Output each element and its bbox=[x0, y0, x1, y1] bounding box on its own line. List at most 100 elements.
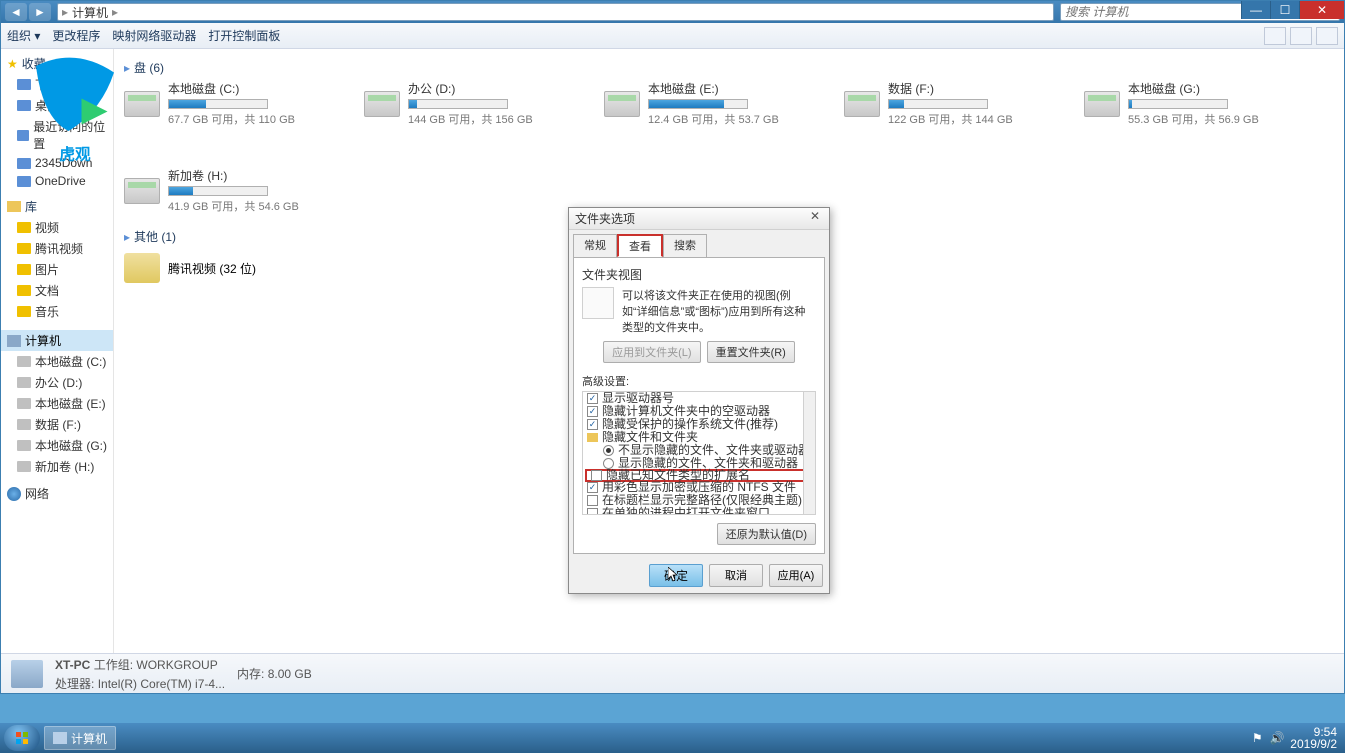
drive-item[interactable]: 本地磁盘 (G:)55.3 GB 可用，共 56.9 GB bbox=[1084, 80, 1284, 127]
view-button[interactable] bbox=[1264, 27, 1286, 45]
taskbar: 计算机 ⚑ 🔊 9:542019/9/2 bbox=[0, 723, 1345, 753]
address-bar[interactable]: ▸ 计算机 ▸ bbox=[57, 3, 1054, 21]
dialog-tabs: 常规 查看 搜索 bbox=[569, 230, 829, 257]
libraries-header[interactable]: 库 bbox=[1, 190, 113, 217]
library-icon bbox=[17, 306, 31, 317]
library-icon bbox=[17, 264, 31, 275]
drive-item[interactable]: 新加卷 (H:)41.9 GB 可用，共 54.6 GB bbox=[124, 167, 324, 214]
drive-item[interactable]: 办公 (D:)144 GB 可用，共 156 GB bbox=[364, 80, 564, 127]
drive-icon bbox=[844, 91, 880, 117]
sidebar-drive-item[interactable]: 新加卷 (H:) bbox=[1, 456, 113, 477]
svg-text:虎观: 虎观 bbox=[59, 146, 91, 164]
checkbox-icon[interactable]: ✓ bbox=[587, 406, 598, 417]
sidebar-drive-item[interactable]: 办公 (D:) bbox=[1, 372, 113, 393]
scrollbar[interactable] bbox=[803, 392, 815, 514]
checkbox-icon[interactable] bbox=[591, 470, 602, 481]
sidebar-lib-item[interactable]: 文档 bbox=[1, 280, 113, 301]
sidebar-lib-item[interactable]: 视频 bbox=[1, 217, 113, 238]
apply-to-folders-button[interactable]: 应用到文件夹(L) bbox=[603, 341, 700, 363]
help-button[interactable] bbox=[1316, 27, 1338, 45]
tab-search[interactable]: 搜索 bbox=[663, 234, 707, 257]
nav-back-button[interactable]: ◄ bbox=[5, 3, 27, 21]
advanced-list[interactable]: ✓显示驱动器号✓隐藏计算机文件夹中的空驱动器✓隐藏受保护的操作系统文件(推荐)隐… bbox=[582, 391, 816, 515]
folder-icon bbox=[587, 433, 598, 442]
other-item-label: 腾讯视频 (32 位) bbox=[168, 260, 256, 277]
drive-name: 数据 (F:) bbox=[888, 80, 1013, 97]
drive-icon bbox=[17, 356, 31, 367]
taskbar-item-explorer[interactable]: 计算机 bbox=[44, 726, 116, 750]
system-tray: ⚑ 🔊 9:542019/9/2 bbox=[1250, 726, 1341, 750]
drive-icon bbox=[17, 377, 31, 388]
drive-item[interactable]: 数据 (F:) 122 GB 可用，共 144 GB bbox=[844, 80, 1044, 127]
explorer-icon bbox=[53, 732, 67, 744]
nav-forward-button[interactable]: ► bbox=[29, 3, 51, 21]
drive-item[interactable]: 本地磁盘 (E:) 12.4 GB 可用，共 53.7 GB bbox=[604, 80, 804, 127]
cancel-button[interactable]: 取消 bbox=[709, 564, 763, 587]
drive-icon bbox=[364, 91, 400, 117]
drive-free-label: 122 GB 可用，共 144 GB bbox=[888, 111, 1013, 127]
sidebar-network[interactable]: 网络 bbox=[1, 477, 113, 504]
library-icon bbox=[7, 201, 21, 212]
drive-usage-bar bbox=[168, 186, 268, 196]
sidebar-drive-item[interactable]: 本地磁盘 (C:) bbox=[1, 351, 113, 372]
ok-button[interactable]: 确定 bbox=[649, 564, 703, 587]
watermark-logo: 虎观 bbox=[10, 40, 140, 170]
group-disks[interactable]: ▸盘 (6) bbox=[124, 55, 1334, 80]
control-panel-button[interactable]: 打开控制面板 bbox=[208, 27, 280, 44]
checkbox-icon[interactable]: ✓ bbox=[587, 482, 598, 493]
minimize-button[interactable]: — bbox=[1241, 1, 1270, 19]
folder-icon bbox=[124, 253, 160, 283]
drive-name: 本地磁盘 (E:) bbox=[648, 80, 779, 97]
dialog-title[interactable]: 文件夹选项 ✕ bbox=[569, 208, 829, 230]
library-icon bbox=[17, 222, 31, 233]
preview-pane-button[interactable] bbox=[1290, 27, 1312, 45]
tab-view[interactable]: 查看 bbox=[617, 234, 663, 257]
drive-usage-bar bbox=[888, 99, 988, 109]
sidebar-computer[interactable]: 计算机 bbox=[1, 330, 113, 351]
computer-icon bbox=[11, 660, 43, 688]
maximize-button[interactable]: ☐ bbox=[1270, 1, 1299, 19]
folder-options-dialog: 文件夹选项 ✕ 常规 查看 搜索 文件夹视图 可以将该文件夹正在使用的视图(例如… bbox=[568, 207, 830, 594]
advanced-option[interactable]: 在单独的进程中打开文件夹窗口 bbox=[583, 507, 815, 515]
close-button[interactable]: ✕ bbox=[1299, 1, 1344, 19]
checkbox-icon[interactable] bbox=[587, 495, 598, 506]
drive-icon bbox=[1084, 91, 1120, 117]
drive-free-label: 12.4 GB 可用，共 53.7 GB bbox=[648, 111, 779, 127]
dialog-close-button[interactable]: ✕ bbox=[805, 208, 825, 224]
folder-view-desc: 可以将该文件夹正在使用的视图(例如“详细信息”或“图标”)应用到所有这种类型的文… bbox=[622, 287, 816, 335]
drive-usage-bar bbox=[168, 99, 268, 109]
tray-flag-icon[interactable]: ⚑ bbox=[1250, 731, 1264, 745]
advanced-label: 高级设置: bbox=[582, 373, 816, 389]
drive-free-label: 41.9 GB 可用，共 54.6 GB bbox=[168, 198, 299, 214]
drive-name: 本地磁盘 (C:) bbox=[168, 80, 295, 97]
drive-free-label: 55.3 GB 可用，共 56.9 GB bbox=[1128, 111, 1259, 127]
titlebar[interactable]: ◄ ► ▸ 计算机 ▸ — ☐ ✕ bbox=[1, 1, 1344, 23]
drive-icon bbox=[17, 440, 31, 451]
checkbox-icon[interactable]: ✓ bbox=[587, 419, 598, 430]
tray-volume-icon[interactable]: 🔊 bbox=[1270, 731, 1284, 745]
sidebar-fav-item[interactable]: OneDrive bbox=[1, 172, 113, 190]
clock[interactable]: 9:542019/9/2 bbox=[1290, 726, 1337, 750]
drive-icon bbox=[17, 419, 31, 430]
start-button[interactable] bbox=[4, 725, 40, 751]
apply-button[interactable]: 应用(A) bbox=[769, 564, 823, 587]
sidebar-lib-item[interactable]: 图片 bbox=[1, 259, 113, 280]
drive-usage-bar bbox=[408, 99, 508, 109]
sidebar-lib-item[interactable]: 腾讯视频 bbox=[1, 238, 113, 259]
sidebar-lib-item[interactable]: 音乐 bbox=[1, 301, 113, 322]
tab-general[interactable]: 常规 bbox=[573, 234, 617, 257]
radio-icon[interactable] bbox=[603, 445, 614, 456]
drive-item[interactable]: 本地磁盘 (C:)67.7 GB 可用，共 110 GB bbox=[124, 80, 324, 127]
breadcrumb-computer[interactable]: 计算机 bbox=[68, 4, 112, 21]
sidebar-drive-item[interactable]: 本地磁盘 (E:) bbox=[1, 393, 113, 414]
sidebar-drive-item[interactable]: 数据 (F:) bbox=[1, 414, 113, 435]
checkbox-icon[interactable] bbox=[587, 508, 598, 515]
computer-icon bbox=[7, 335, 21, 347]
restore-defaults-button[interactable]: 还原为默认值(D) bbox=[717, 523, 816, 545]
checkbox-icon[interactable]: ✓ bbox=[587, 393, 598, 404]
breadcrumb-sep: ▸ bbox=[112, 5, 118, 19]
drive-icon bbox=[17, 461, 31, 472]
reset-folders-button[interactable]: 重置文件夹(R) bbox=[707, 341, 795, 363]
toolbar: 组织 ▾ 更改程序 映射网络驱动器 打开控制面板 bbox=[1, 23, 1344, 49]
sidebar-drive-item[interactable]: 本地磁盘 (G:) bbox=[1, 435, 113, 456]
